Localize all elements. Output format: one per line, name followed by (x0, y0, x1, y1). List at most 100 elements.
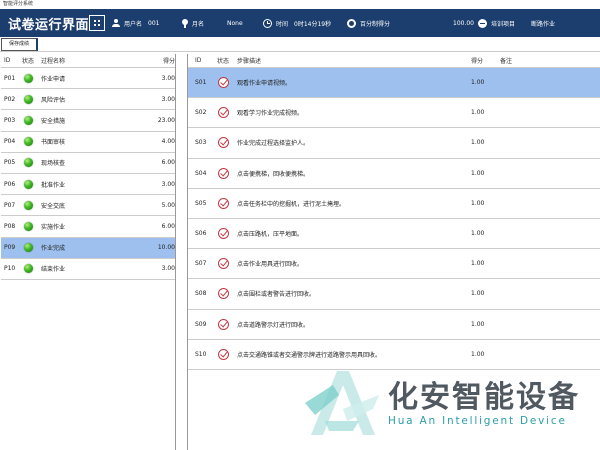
header-username: 用户名 001 (112, 19, 182, 28)
step-row[interactable]: S08 点击围栏或者警告进行回收。 1.00 (188, 279, 600, 310)
green-dot-icon (23, 200, 33, 210)
process-name: 书面审核 (41, 139, 66, 147)
col-note[interactable]: 备注 (496, 56, 596, 65)
process-score: 3.00 (161, 74, 175, 82)
process-row[interactable]: P03 安全措施 23.00 (1, 110, 175, 132)
project-icon (478, 18, 487, 28)
step-description: 点击任务栏中的挖掘机，进行泥土掩埋。 (237, 200, 346, 208)
qr-code-icon[interactable] (89, 15, 105, 31)
step-table: ID 状态 步骤描述 得分 备注 S01 观看作业申请视频。 1.00 S02 观看学习… (187, 54, 600, 450)
process-name: 安全交底 (41, 202, 66, 210)
col-process-name[interactable]: 过程名称 (37, 56, 147, 65)
green-dot-icon (23, 115, 33, 125)
checkmark-circle-icon (217, 197, 229, 209)
process-name: 批准作业 (41, 181, 66, 189)
status-cell (19, 94, 37, 104)
status-cell (19, 115, 37, 125)
step-description: 点击便携梯，回收便携梯。 (237, 170, 310, 178)
col-status[interactable]: 状态 (19, 56, 37, 65)
process-score: 3.00 (161, 265, 175, 273)
step-description: 作业完成过程选择监护人。 (237, 140, 310, 148)
save-score-button[interactable]: 保存成绩 (1, 38, 38, 51)
green-dot-icon (23, 243, 33, 253)
step-description: 点击道路警示灯进行回收。 (237, 321, 310, 329)
score-label: 百分制得分 (360, 20, 391, 28)
green-dot-icon (23, 137, 33, 147)
step-description: 点击围栏或者警告进行回收。 (237, 291, 316, 299)
green-dot-icon (23, 73, 33, 83)
step-row[interactable]: S09 点击道路警示灯进行回收。 1.00 (188, 310, 600, 340)
step-id: S05 (195, 199, 207, 207)
step-score: 1.00 (471, 139, 485, 147)
checkmark-circle-icon (217, 107, 229, 119)
col-status[interactable]: 状态 (213, 56, 233, 65)
process-id: P01 (4, 74, 16, 82)
user-icon (112, 19, 120, 27)
process-row[interactable]: P09 作业完成 10.00 (1, 237, 175, 259)
process-name: 安全措施 (41, 117, 66, 125)
checkmark-circle-icon (217, 137, 229, 149)
process-row[interactable]: P01 作业申请 3.00 (1, 68, 175, 90)
status-cell (19, 73, 37, 83)
process-id: P08 (4, 222, 16, 230)
step-description: 观看作业申请视频。 (237, 80, 292, 88)
step-row[interactable]: S02 观看学习作业完成视频。 1.00 (188, 98, 600, 129)
step-id: S08 (195, 290, 207, 298)
status-cell (213, 197, 233, 209)
process-row[interactable]: P04 书面审核 4.00 (1, 132, 175, 153)
time-value: 0时14分19秒 (294, 20, 332, 28)
step-score: 1.00 (471, 230, 485, 238)
process-row[interactable]: P10 结束作业 3.00 (1, 259, 175, 280)
step-description: 点击交通路锥或者交通警示牌进行道路警示用具回收。 (237, 351, 382, 359)
process-row[interactable]: P05 现场核查 6.00 (1, 153, 175, 174)
status-cell (213, 228, 233, 240)
process-row[interactable]: P02 风险评估 3.00 (1, 89, 175, 111)
step-row[interactable]: S04 点击便携梯，回收便携梯。 1.00 (188, 159, 600, 189)
step-row[interactable]: S07 点击作业用具进行回收。 1.00 (188, 249, 600, 280)
process-row[interactable]: P08 实施作业 6.00 (1, 216, 175, 238)
process-name: 实施作业 (41, 223, 66, 231)
checkmark-circle-icon (217, 288, 229, 300)
process-id: P09 (4, 244, 16, 252)
step-score: 1.00 (471, 199, 485, 207)
clock-icon (263, 18, 272, 28)
process-id: P10 (4, 265, 16, 273)
process-score: 3.00 (161, 180, 175, 188)
process-row[interactable]: P07 安全交底 5.00 (1, 195, 175, 217)
step-row[interactable]: S06 点击压路机，压平地面。 1.00 (188, 219, 600, 250)
process-score: 5.00 (161, 201, 175, 209)
status-cell (19, 264, 37, 274)
process-id: P02 (4, 95, 16, 103)
process-id: P03 (4, 116, 16, 124)
step-id: S03 (195, 139, 207, 147)
col-id[interactable]: ID (188, 57, 213, 64)
project-label: 培训项目 (491, 20, 516, 28)
username-value: 001 (148, 19, 160, 27)
status-cell (213, 167, 233, 179)
step-score: 1.00 (471, 290, 485, 298)
step-score: 1.00 (471, 79, 485, 87)
step-row[interactable]: S01 观看作业申请视频。 1.00 (188, 68, 600, 99)
header-score: 百分制得分 (347, 18, 453, 28)
checkmark-circle-icon (217, 318, 229, 330)
step-row[interactable]: S10 点击交通路锥或者交通警示牌进行道路警示用具回收。 1.00 (188, 340, 600, 370)
step-score: 1.00 (471, 169, 485, 177)
checkmark-circle-icon (217, 348, 229, 360)
col-score[interactable]: 得分 (147, 56, 175, 65)
step-id: S01 (195, 79, 207, 87)
step-score: 1.00 (471, 320, 485, 328)
step-row[interactable]: S05 点击任务栏中的挖掘机，进行泥土掩埋。 1.00 (188, 189, 600, 219)
status-cell (19, 200, 37, 210)
status-cell (19, 179, 37, 189)
process-row[interactable]: P06 批准作业 3.00 (1, 174, 175, 196)
process-id: P05 (4, 159, 16, 167)
step-row[interactable]: S03 作业完成过程选择监护人。 1.00 (188, 128, 600, 159)
name-value: None (227, 19, 243, 27)
process-score: 10.00 (157, 244, 175, 252)
col-id[interactable]: ID (1, 57, 19, 64)
step-score: 1.00 (471, 109, 485, 117)
time-label: 时间 (276, 20, 289, 28)
col-step-description[interactable]: 步骤描述 (233, 56, 471, 65)
col-score[interactable]: 得分 (471, 56, 496, 65)
status-cell (213, 107, 233, 119)
